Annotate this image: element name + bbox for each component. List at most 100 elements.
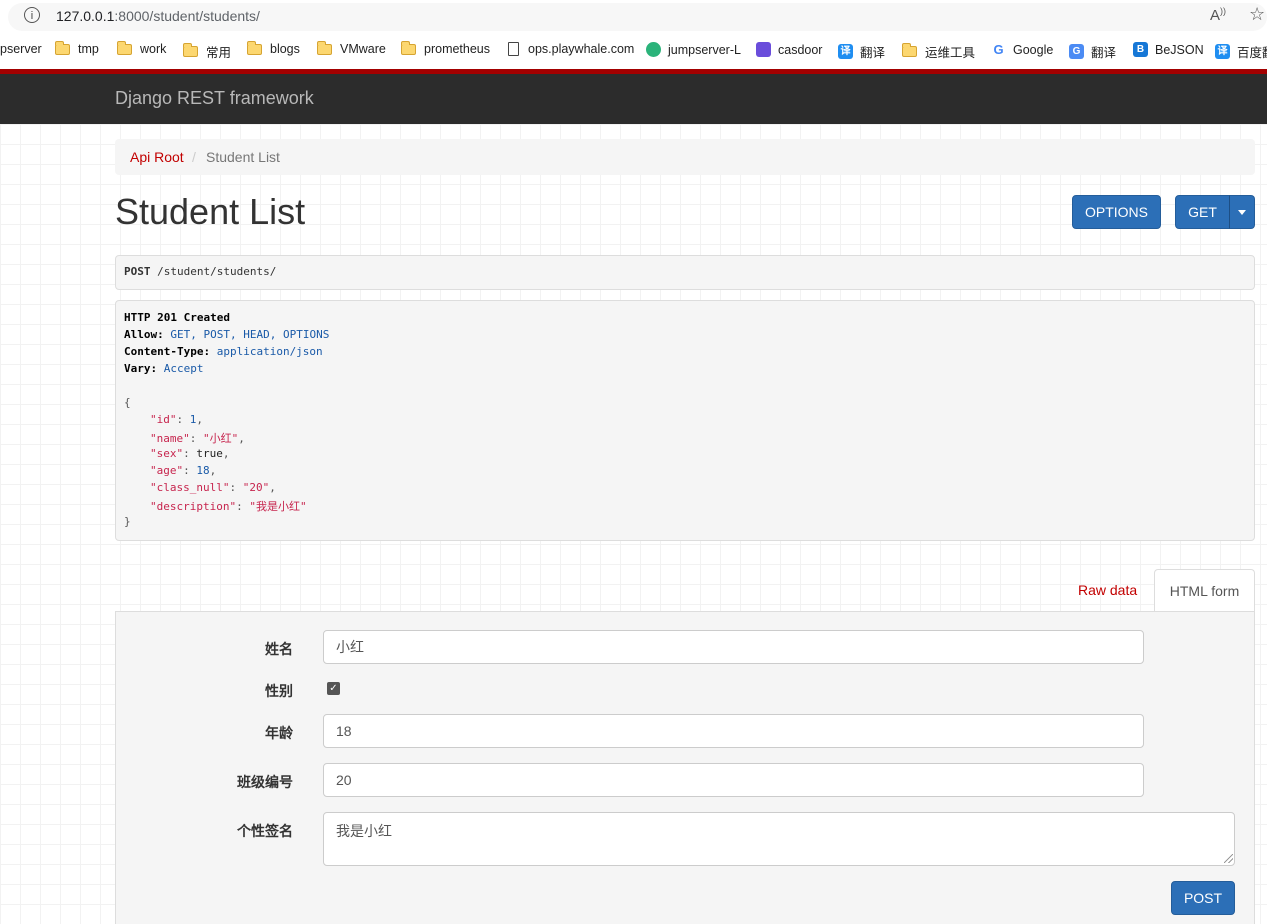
get-format-dropdown-caret-icon[interactable] (1229, 195, 1255, 229)
age-input[interactable]: 18 (323, 714, 1144, 748)
json-key: "description" (150, 500, 237, 513)
sex-checkbox[interactable]: ✓ (327, 682, 340, 695)
read-aloud-icon[interactable]: A)) (1210, 6, 1226, 24)
bookmark-item[interactable]: tmp (54, 40, 99, 56)
request-method: POST (124, 265, 151, 278)
bookmark-label: 常用 (206, 46, 232, 60)
bookmark-item[interactable]: prometheus (400, 40, 491, 56)
url-text[interactable]: 127.0.0.1:8000/student/students/ (56, 8, 260, 24)
tab-raw-data[interactable]: Raw data (1078, 582, 1137, 598)
bookmark-item[interactable]: VMware (316, 40, 386, 56)
breadcrumb-separator: / (192, 149, 196, 165)
bookmark-item[interactable]: 译百度翻 (1215, 42, 1267, 61)
page-title: Student List (115, 191, 306, 232)
json-field: "description": "我是小红" (150, 500, 307, 513)
bookmark-item[interactable]: G 翻译 (1069, 42, 1116, 61)
breadcrumb-api-root-link[interactable]: Api Root (130, 149, 184, 165)
name-input[interactable]: 小红 (323, 630, 1144, 664)
page-icon (508, 42, 519, 56)
folder-icon (316, 40, 332, 55)
json-value: true (196, 447, 223, 460)
header-value: application/json (210, 345, 323, 358)
json-field: "age": 18, (150, 464, 217, 477)
json-key: "id" (150, 413, 177, 426)
bookmark-item[interactable]: 常用 (182, 42, 232, 61)
bookmark-label: jumpserver-L (668, 42, 741, 57)
json-value: "20" (242, 481, 270, 494)
bookmark-item[interactable]: blogs (246, 40, 300, 56)
description-textarea[interactable]: 我是小红 (323, 812, 1235, 866)
response-header: Allow: GET, POST, HEAD, OPTIONS (124, 328, 329, 341)
options-button[interactable]: OPTIONS (1072, 195, 1161, 229)
json-field: "sex": true, (150, 447, 230, 460)
google-translate-icon: G (1069, 44, 1084, 59)
bookmark-label: 翻译 (1091, 46, 1117, 60)
tab-html-form[interactable]: HTML form (1154, 569, 1255, 612)
class-number-label: 班级编号 (237, 774, 293, 790)
header-name: Vary: (124, 362, 158, 375)
folder-icon (54, 40, 70, 55)
folder-icon (246, 40, 262, 55)
get-button[interactable]: GET (1175, 195, 1230, 229)
json-value: "小红" (203, 432, 239, 445)
bookmark-label: 百度翻 (1237, 46, 1267, 60)
json-value: "我是小红" (249, 500, 307, 513)
bookmark-item[interactable]: work (116, 40, 167, 56)
breadcrumb (115, 139, 1255, 175)
breadcrumb-current: Student List (206, 149, 280, 165)
textarea-resize-handle-icon[interactable] (1224, 854, 1233, 863)
json-field: "name": "小红", (150, 432, 245, 445)
json-field: "class_null": "20", (150, 481, 276, 494)
bookmark-label: VMware (340, 42, 386, 56)
header-value: Accept (157, 362, 204, 375)
bookmark-label: prometheus (424, 42, 491, 56)
navbar-brand[interactable]: Django REST framework (115, 88, 314, 109)
bejson-icon: B (1133, 42, 1148, 57)
json-key: "name" (150, 432, 190, 445)
google-icon: G (991, 42, 1006, 57)
request-line: POST /student/students/ (124, 265, 276, 278)
folder-icon (116, 40, 132, 55)
folder-icon (901, 43, 917, 57)
name-label: 姓名 (265, 641, 293, 657)
json-key: "sex" (150, 447, 184, 460)
bookmark-label: ops.playwhale.com (528, 42, 635, 56)
bookmark-label: work (140, 42, 167, 56)
json-value: 18 (196, 464, 210, 477)
bookmark-item[interactable]: ops.playwhale.com (508, 42, 634, 56)
request-info (115, 255, 1255, 290)
bookmark-item[interactable]: 译翻译 (838, 42, 885, 61)
age-label: 年龄 (265, 725, 293, 741)
casdoor-icon (756, 42, 771, 57)
sex-label: 性别 (265, 683, 293, 699)
class-number-input[interactable]: 20 (323, 763, 1144, 797)
bookmark-item[interactable]: G Google (991, 42, 1053, 57)
site-info-icon[interactable]: i (24, 7, 40, 23)
favorite-star-icon[interactable]: ☆ (1249, 4, 1265, 25)
translate-icon: 译 (838, 44, 853, 59)
response-header: Vary: Accept (124, 362, 203, 375)
post-button[interactable]: POST (1171, 881, 1235, 915)
request-path: /student/students/ (150, 265, 277, 278)
header-name: Allow: (124, 328, 164, 341)
bookmark-item[interactable]: B BeJSON (1133, 42, 1204, 57)
url-host: 127.0.0.1 (56, 8, 115, 24)
folder-icon (182, 43, 198, 57)
bookmark-item[interactable]: jumpserver-L (646, 42, 741, 57)
bookmark-label: BeJSON (1155, 42, 1204, 57)
translate-icon: 译 (1215, 44, 1230, 59)
url-path: :8000/student/students/ (114, 8, 260, 24)
bookmark-item[interactable]: 运维工具 (901, 42, 975, 61)
response-status: HTTP 201 Created (124, 311, 230, 324)
folder-icon (400, 40, 416, 55)
bookmark-item[interactable]: casdoor (756, 42, 822, 57)
response-header: Content-Type: application/json (124, 345, 323, 358)
bookmark-label: Google (1013, 42, 1054, 57)
bookmark-item[interactable]: pserver (0, 42, 42, 56)
json-key: "class_null" (150, 481, 230, 494)
description-label: 个性签名 (237, 823, 293, 839)
json-open-brace: { (124, 396, 131, 409)
json-field: "id": 1, (150, 413, 203, 426)
bookmark-label: 翻译 (860, 46, 886, 60)
header-name: Content-Type: (124, 345, 211, 358)
